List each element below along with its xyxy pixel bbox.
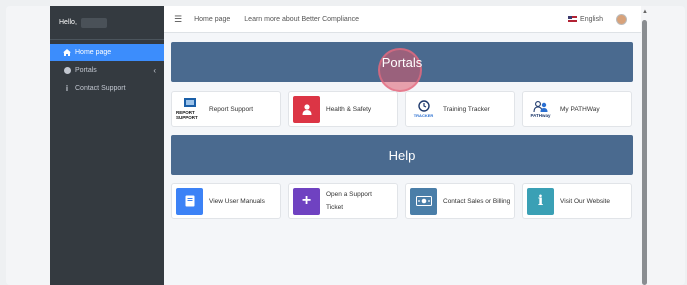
pathway-logo-icon: PATHway	[527, 95, 554, 123]
card-label: My PATHWay	[560, 105, 600, 113]
sidebar-item-portals[interactable]: Portals ‹	[50, 62, 164, 79]
sidebar-item-label: Contact Support	[75, 85, 126, 92]
sidebar-item-contact-support[interactable]: i Contact Support	[50, 80, 164, 97]
training-tracker-logo-icon: TRACKER	[410, 95, 437, 123]
card-contact-sales-billing[interactable]: Contact Sales or Billing	[405, 183, 515, 219]
language-selector[interactable]: English	[568, 16, 603, 23]
scroll-up-icon[interactable]: ▲	[642, 9, 648, 15]
avatar[interactable]	[616, 13, 627, 25]
card-label: Training Tracker	[443, 105, 490, 113]
card-training-tracker[interactable]: TRACKER Training Tracker	[405, 91, 515, 127]
card-label: Health & Safety	[326, 105, 372, 113]
circle-icon	[62, 67, 72, 74]
logo-text: REPORT SUPPORT	[176, 110, 198, 120]
info-icon: i	[527, 187, 554, 215]
money-icon	[410, 187, 437, 215]
topbar-link-home[interactable]: Home page	[194, 16, 230, 23]
main-content: Portals REPORT SUPPORT Report Support He…	[164, 33, 641, 285]
card-label-line1: Open a Support	[326, 191, 372, 198]
sidebar-nav: Home page Portals ‹ i Contact Support	[50, 40, 164, 97]
logo-text: TRACKER	[413, 113, 434, 118]
card-label: View User Manuals	[209, 197, 265, 205]
info-icon: i	[65, 84, 69, 93]
portals-title: Portals	[381, 54, 423, 70]
help-banner: Help	[171, 135, 633, 175]
book-icon	[176, 187, 203, 215]
health-safety-icon	[293, 95, 320, 123]
scrollbar[interactable]: ▲	[641, 6, 648, 285]
home-icon	[62, 49, 72, 56]
plus-icon: +	[293, 187, 320, 215]
topbar-link-learn-more[interactable]: Learn more about Better Compliance	[244, 16, 359, 23]
card-my-pathway[interactable]: PATHway My PATHWay	[522, 91, 632, 127]
card-view-user-manuals[interactable]: View User Manuals	[171, 183, 281, 219]
redacted-username	[80, 17, 107, 28]
portals-banner: Portals	[171, 42, 633, 92]
topbar: ☰ Home page Learn more about Better Comp…	[164, 6, 641, 33]
logo-text: PATHway	[530, 112, 551, 118]
scroll-thumb[interactable]	[642, 20, 647, 285]
card-report-support[interactable]: REPORT SUPPORT Report Support	[171, 91, 281, 127]
card-health-safety[interactable]: Health & Safety	[288, 91, 398, 127]
card-label: Visit Our Website	[560, 197, 610, 205]
card-label: Open a Support Ticket	[326, 188, 372, 214]
card-label: Contact Sales or Billing	[443, 197, 511, 205]
card-label: Report Support	[209, 105, 254, 113]
chevron-left-icon: ‹	[153, 66, 156, 75]
sidebar: Hello, Home page Portals ‹ i Contact Sup…	[50, 6, 164, 285]
card-label-line2: Ticket	[326, 204, 344, 211]
card-visit-website[interactable]: i Visit Our Website	[522, 183, 632, 219]
help-title: Help	[388, 147, 416, 163]
card-open-support-ticket[interactable]: + Open a Support Ticket	[288, 183, 398, 219]
language-label: English	[580, 15, 603, 23]
sidebar-item-home[interactable]: Home page	[50, 44, 164, 61]
greeting-text: Hello,	[59, 19, 77, 26]
sidebar-item-label: Portals	[75, 67, 97, 74]
report-support-logo-icon: REPORT SUPPORT	[176, 95, 203, 123]
menu-toggle-icon[interactable]: ☰	[174, 14, 182, 25]
sidebar-item-label: Home page	[75, 49, 112, 56]
us-flag-icon	[568, 16, 578, 22]
sidebar-header: Hello,	[50, 6, 164, 40]
